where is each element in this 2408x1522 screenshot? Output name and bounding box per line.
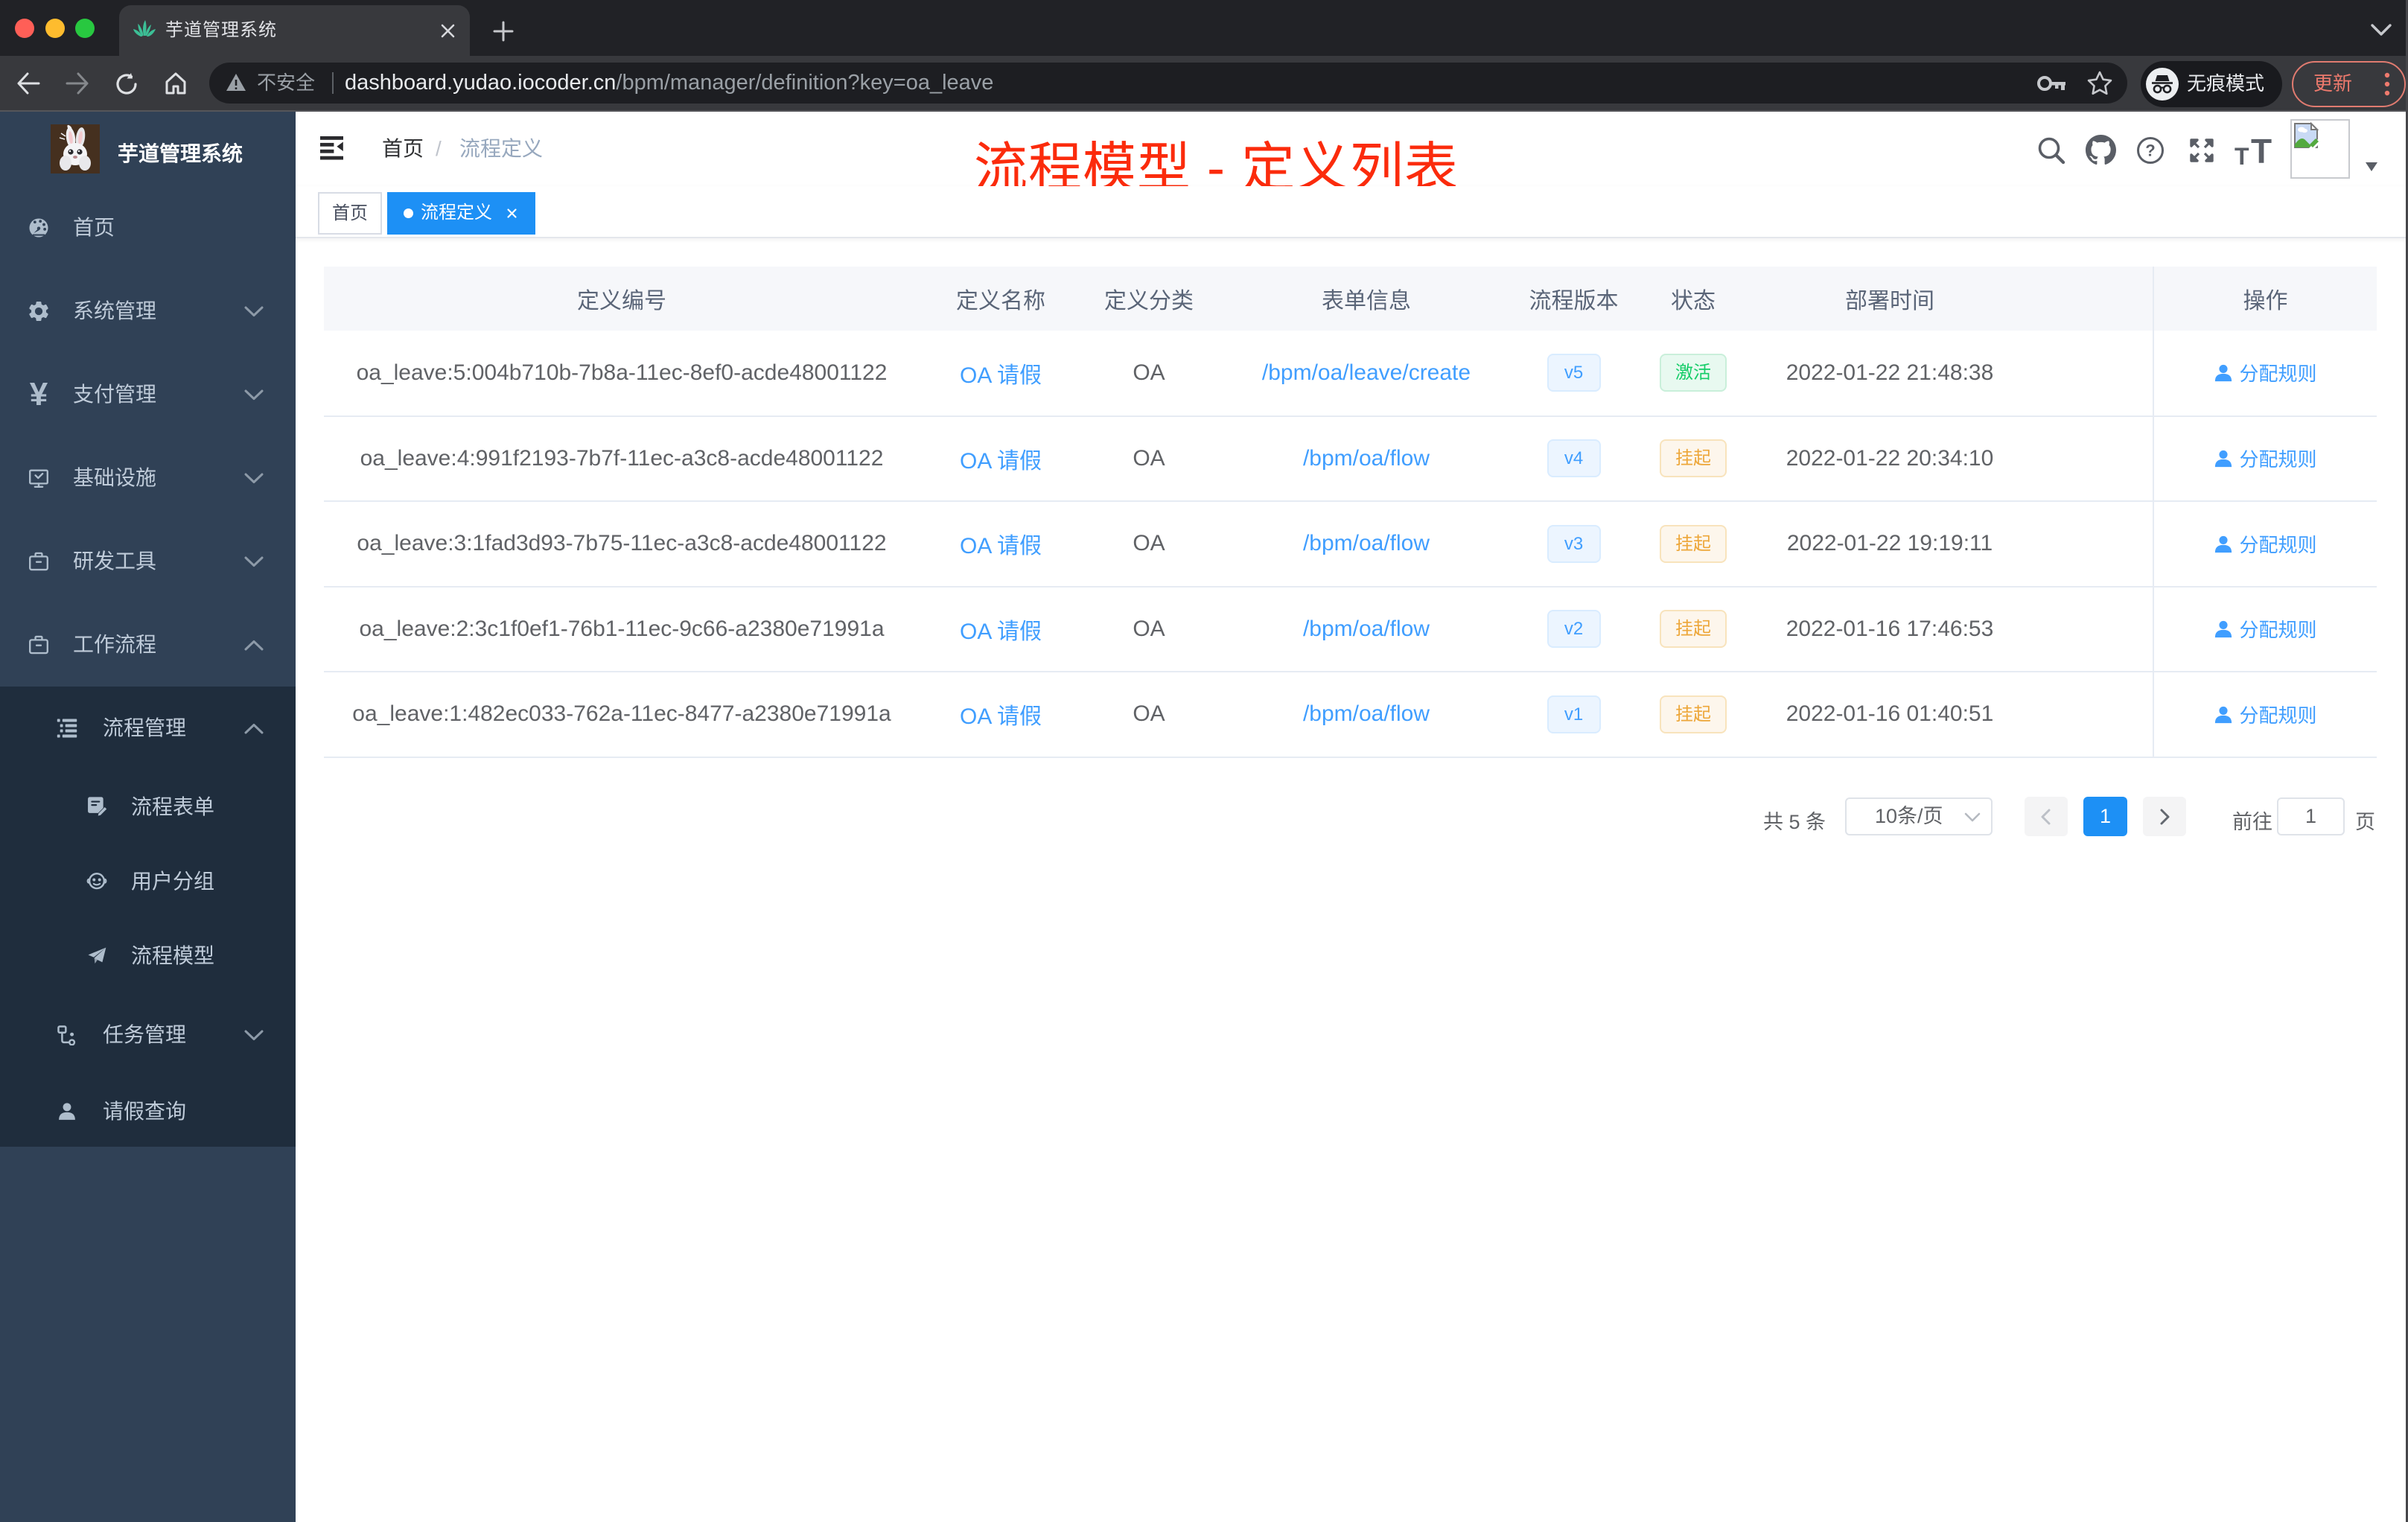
svg-text:?: ? [2145,141,2155,160]
